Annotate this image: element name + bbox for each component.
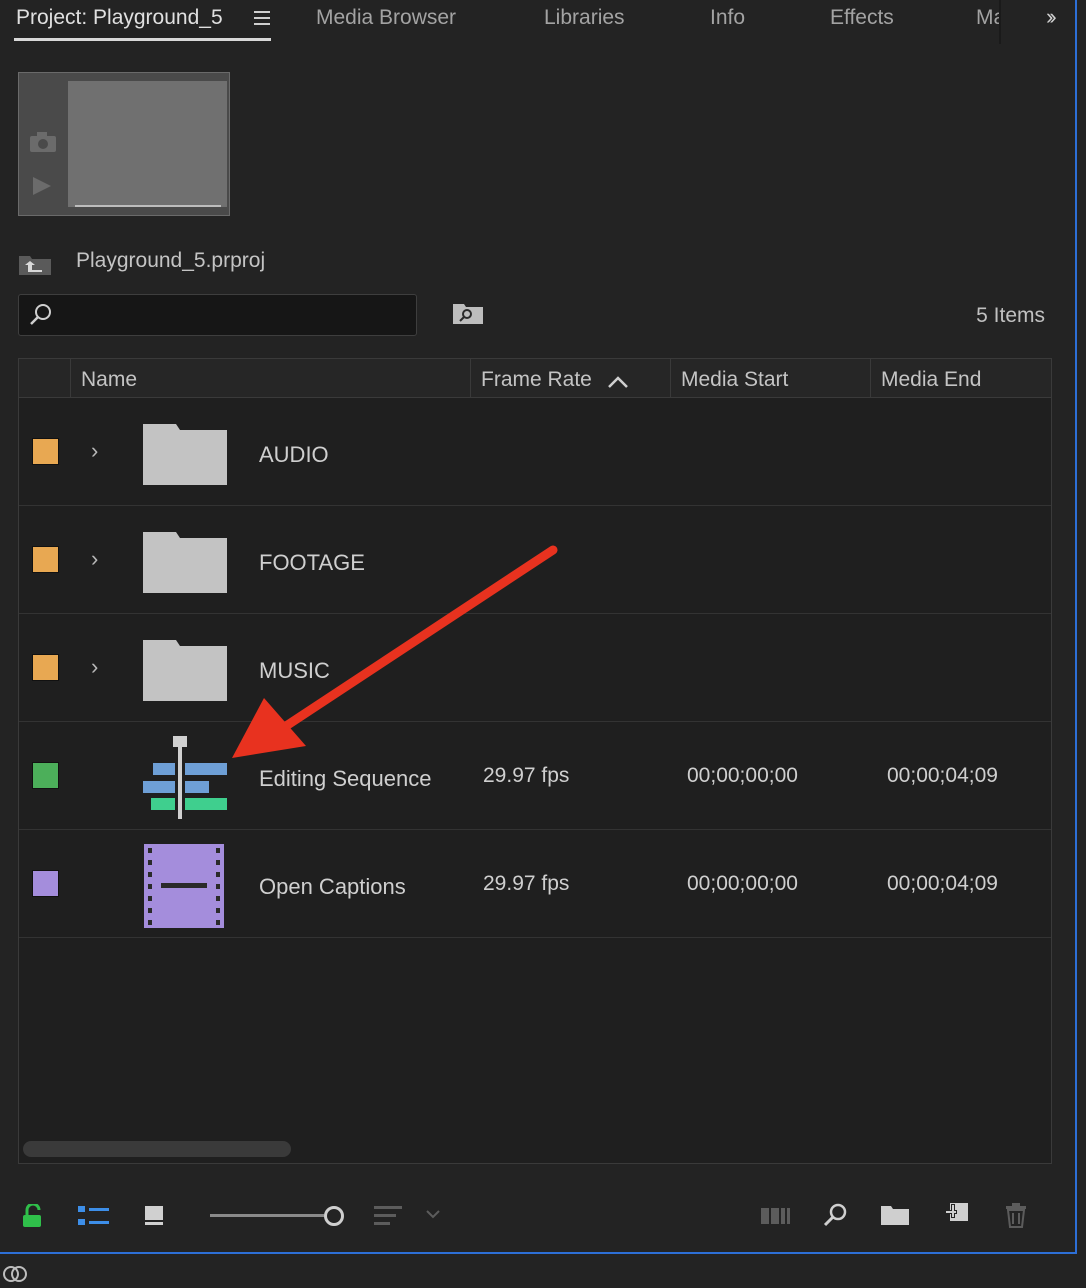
project-panel: Project: Playground_5 Media Browser Libr… — [0, 0, 1077, 1254]
column-divider[interactable] — [670, 359, 671, 397]
media-start-value: 00;00;00;00 — [687, 764, 798, 787]
play-icon[interactable] — [31, 175, 53, 197]
zoom-slider-track[interactable] — [210, 1214, 324, 1217]
items-count: 5 Items — [976, 304, 1045, 327]
tab-overflow-edge — [999, 0, 1001, 44]
panel-tabs: Project: Playground_5 Media Browser Libr… — [0, 0, 1075, 44]
tab-effects[interactable]: Effects — [830, 6, 894, 30]
thumbnail-image — [68, 81, 227, 207]
horizontal-scrollbar[interactable] — [23, 1141, 291, 1157]
tab-info[interactable]: Info — [710, 6, 745, 30]
sort-ascending-icon[interactable] — [607, 375, 629, 389]
frame-rate-value: 29.97 fps — [483, 872, 570, 895]
expand-chevron-icon[interactable]: › — [91, 546, 98, 572]
preview-thumbnail — [18, 72, 230, 216]
active-tab-indicator — [14, 38, 271, 41]
find-icon[interactable] — [823, 1202, 849, 1228]
captions-icon — [144, 844, 224, 928]
column-divider[interactable] — [470, 359, 471, 397]
tab-libraries[interactable]: Libraries — [544, 6, 625, 30]
column-header-frame-rate[interactable]: Frame Rate — [481, 368, 592, 392]
icon-view-icon[interactable] — [143, 1204, 167, 1228]
tab-project[interactable]: Project: Playground_5 — [16, 6, 223, 30]
search-input[interactable] — [18, 294, 417, 336]
media-end-value: 00;00;04;09 — [887, 872, 998, 895]
sort-icons-icon[interactable] — [373, 1204, 405, 1228]
label-color-swatch[interactable] — [32, 438, 59, 465]
media-end-value: 00;00;04;09 — [887, 764, 998, 787]
column-header-media-start[interactable]: Media Start — [681, 368, 788, 392]
lock-open-icon[interactable] — [22, 1204, 44, 1228]
tab-media-browser[interactable]: Media Browser — [316, 6, 456, 30]
item-name[interactable]: AUDIO — [259, 442, 329, 468]
column-header-media-end[interactable]: Media End — [881, 368, 981, 392]
column-header-name[interactable]: Name — [81, 368, 137, 392]
label-color-swatch[interactable] — [32, 762, 59, 789]
new-search-bin-icon[interactable] — [452, 300, 484, 326]
label-color-swatch[interactable] — [32, 870, 59, 897]
parent-folder-icon[interactable] — [18, 252, 52, 276]
tab-markers-truncated[interactable]: Ma — [976, 6, 999, 30]
search-icon — [30, 304, 51, 325]
item-name[interactable]: Open Captions — [259, 874, 406, 900]
creative-cloud-icon[interactable] — [2, 1262, 28, 1286]
thumbnail-scrub-bar[interactable] — [75, 205, 221, 207]
list-view-icon[interactable] — [77, 1204, 111, 1228]
new-bin-icon[interactable] — [880, 1204, 910, 1226]
label-color-swatch[interactable] — [32, 654, 59, 681]
camera-icon[interactable] — [29, 131, 57, 153]
label-color-swatch[interactable] — [32, 546, 59, 573]
table-row[interactable]: Open Captions 29.97 fps 00;00;00;00 00;0… — [19, 830, 1051, 938]
sequence-icon — [143, 736, 227, 819]
table-header: Name Frame Rate Media Start Media End — [19, 359, 1051, 398]
automate-to-sequence-icon[interactable] — [760, 1206, 792, 1226]
folder-icon — [143, 424, 227, 485]
folder-icon — [143, 532, 227, 593]
media-start-value: 00;00;00;00 — [687, 872, 798, 895]
table-row[interactable]: › AUDIO — [19, 398, 1051, 506]
column-divider[interactable] — [870, 359, 871, 397]
project-file-name: Playground_5.prproj — [76, 249, 266, 272]
column-divider[interactable] — [70, 359, 71, 397]
trash-icon[interactable] — [1004, 1202, 1028, 1228]
folder-icon — [143, 640, 227, 701]
new-item-icon[interactable] — [944, 1202, 970, 1228]
annotation-arrow — [232, 545, 558, 758]
chevron-down-icon[interactable] — [425, 1208, 441, 1220]
panel-menu-icon[interactable] — [254, 11, 270, 29]
more-tabs-icon[interactable]: ›› — [1046, 4, 1056, 30]
expand-chevron-icon[interactable]: › — [91, 654, 98, 680]
expand-chevron-icon[interactable]: › — [91, 438, 98, 464]
zoom-slider-handle[interactable] — [324, 1206, 344, 1226]
